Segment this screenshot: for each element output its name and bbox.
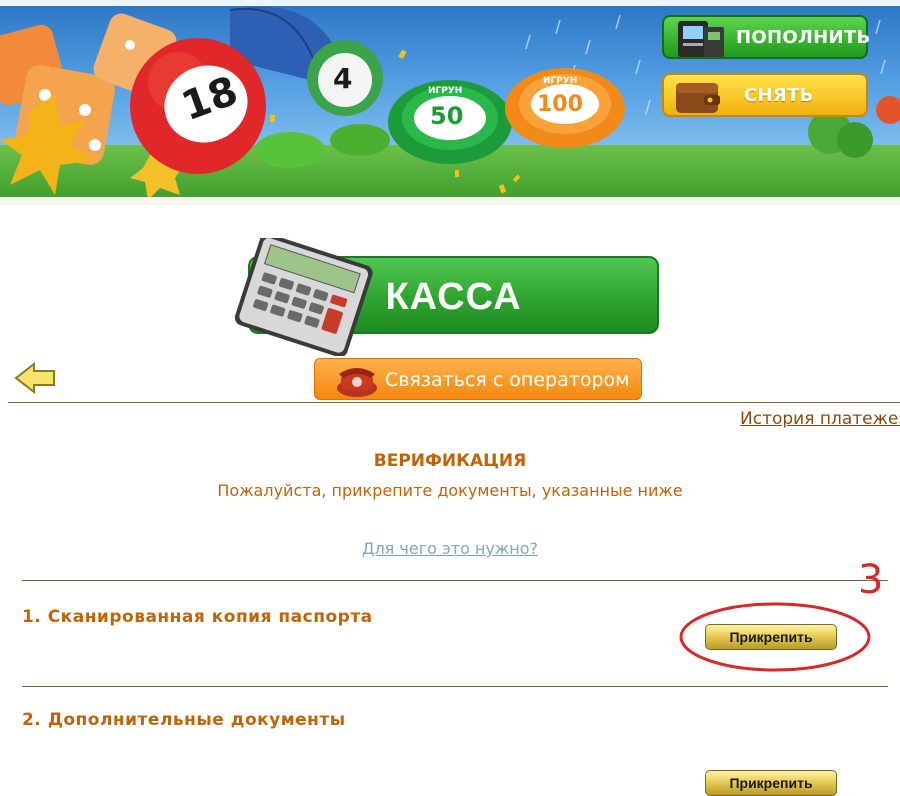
annotation-number: 3 xyxy=(858,557,884,603)
header-divider xyxy=(8,402,900,403)
chip-100-value: 100 xyxy=(537,92,583,117)
deposit-label: ПОПОЛНИТЬ xyxy=(736,27,871,48)
contact-operator-label: Связаться с оператором xyxy=(385,369,630,391)
banner-bottom-edge xyxy=(0,197,900,205)
doc-passport-label: 1. Сканированная копия паспорта xyxy=(22,607,373,627)
wallet-icon xyxy=(676,83,720,113)
annotation-circle xyxy=(679,602,871,672)
attach-additional-button[interactable]: Прикрепить xyxy=(705,770,837,796)
calculator-icon xyxy=(234,238,373,356)
section-divider-2 xyxy=(22,686,888,687)
deposit-button[interactable]: ПОПОЛНИТЬ xyxy=(662,15,871,59)
atm-terminal-icon xyxy=(678,21,724,57)
section-divider-1 xyxy=(22,580,888,581)
why-needed-link[interactable]: Для чего это нужно? xyxy=(0,539,900,558)
chip-50-value: 50 xyxy=(430,102,464,130)
withdraw-label: СНЯТЬ xyxy=(744,85,814,106)
withdraw-button[interactable]: СНЯТЬ xyxy=(662,73,868,117)
contact-operator-button[interactable]: Связаться с оператором xyxy=(314,358,642,400)
chip-100-text: ИГРУН xyxy=(543,76,578,86)
verification-title: ВЕРИФИКАЦИЯ xyxy=(373,451,527,471)
payment-history-link[interactable]: История платежей xyxy=(740,409,900,429)
ball-number-4: 4 xyxy=(333,62,353,95)
chip-50-text: ИГРУН xyxy=(428,86,463,96)
phone-icon xyxy=(337,368,377,397)
promo-banner: 18 4 50 ИГРУН 100 ИГРУН ПОПОЛНИТЬ СНЯТЬ xyxy=(0,0,900,205)
doc-additional-label: 2. Дополнительные документы xyxy=(22,710,346,730)
verification-subtitle: Пожалуйста, прикрепите документы, указан… xyxy=(217,481,683,500)
back-arrow-icon[interactable] xyxy=(14,362,56,394)
